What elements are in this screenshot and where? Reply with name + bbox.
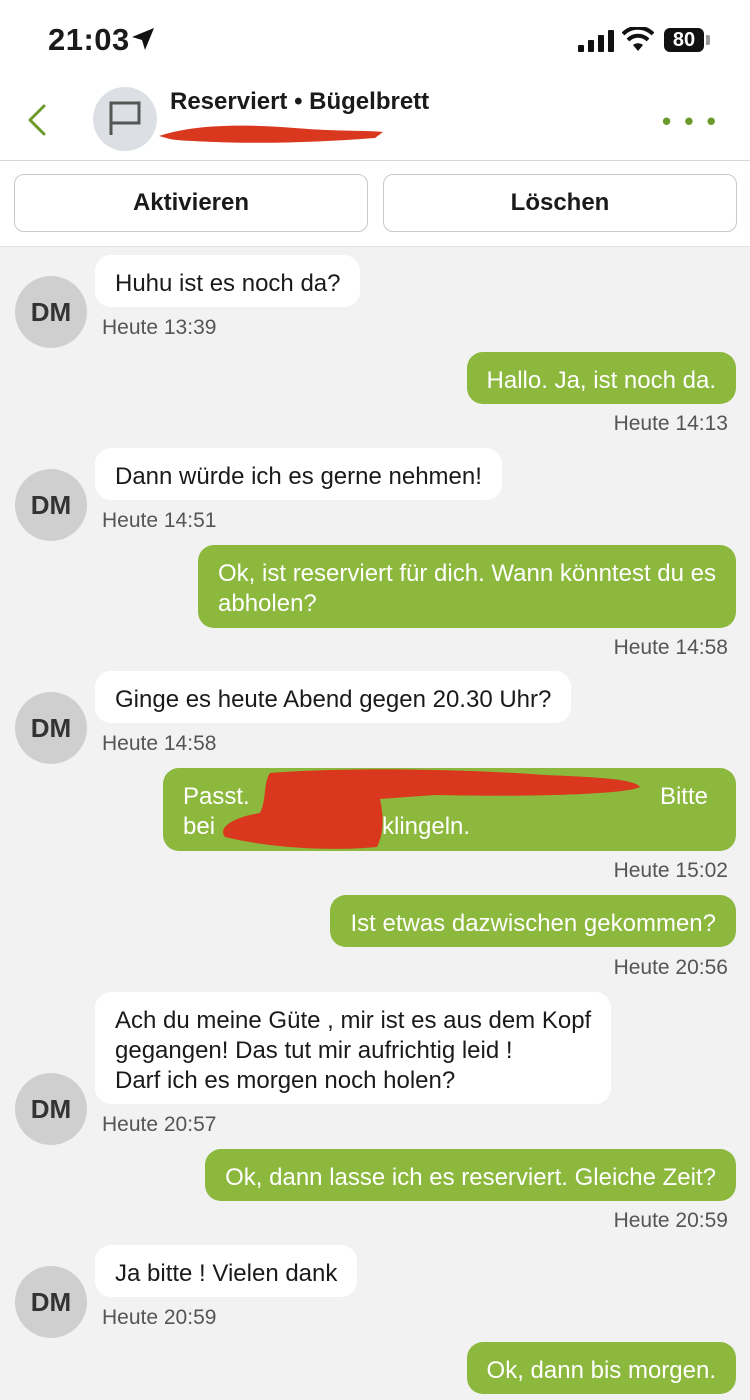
sender-avatar[interactable]: DM <box>15 1073 87 1145</box>
message-timestamp: Heute 20:57 <box>102 1113 217 1136</box>
status-time: 21:03 <box>48 22 130 57</box>
message-bubble-incoming: Huhu ist es noch da? <box>95 255 361 307</box>
sender-avatar[interactable]: DM <box>15 1266 87 1338</box>
message-text: Hallo. Ja, ist noch da. <box>486 367 716 394</box>
message-bubble-incoming: Dann würde ich es gerne nehmen! <box>95 448 502 500</box>
message-timestamp: Heute 14:51 <box>102 509 217 532</box>
back-chevron-icon[interactable] <box>24 102 54 138</box>
message-text: bei <box>183 813 216 840</box>
message-bubble-outgoing: Ok, dann lasse ich es reserviert. Gleich… <box>205 1149 736 1201</box>
message-bubble-outgoing: Hallo. Ja, ist noch da. <box>466 352 736 404</box>
chat-header: Reserviert • Bügelbrett • • • <box>0 80 750 161</box>
message-list: DM Huhu ist es noch da? Heute 13:39 Hall… <box>0 247 750 1400</box>
message-timestamp: Heute 14:13 <box>613 412 728 435</box>
message-bubble-outgoing: Ist etwas dazwischen gekommen? <box>330 895 736 947</box>
message-bubble-incoming: Ginge es heute Abend gegen 20.30 Uhr? <box>95 671 572 723</box>
battery-cap <box>706 35 710 45</box>
redaction-scribble <box>223 769 640 849</box>
message-timestamp: Heute 15:02 <box>613 859 728 882</box>
activate-button[interactable]: Aktivieren <box>14 174 368 232</box>
listing-thumbnail[interactable] <box>93 87 157 151</box>
wifi-icon <box>622 27 654 51</box>
message-timestamp: Heute 20:59 <box>102 1306 217 1329</box>
message-text: Ginge es heute Abend gegen 20.30 Uhr? <box>115 686 552 713</box>
message-timestamp: Heute 20:59 <box>613 1209 728 1232</box>
conversation-title: Reserviert • Bügelbrett <box>170 88 430 115</box>
message-text: Darf ich es morgen noch holen? <box>115 1067 456 1094</box>
flag-icon <box>109 101 141 135</box>
action-bar: Aktivieren Löschen <box>0 161 750 247</box>
message-timestamp: Heute 13:39 <box>102 316 217 339</box>
message-timestamp: Heute 14:58 <box>102 732 217 755</box>
battery-icon: 80 <box>664 28 704 52</box>
message-timestamp: Heute 20:56 <box>613 956 728 979</box>
message-timestamp: Heute 14:58 <box>613 636 728 659</box>
message-text: Ach du meine Güte , mir ist es aus dem K… <box>115 1007 592 1034</box>
message-bubble-outgoing: Ok, ist reserviert für dich. Wann könnte… <box>198 545 736 628</box>
status-bar: 21:03 80 <box>0 0 750 80</box>
redaction-scribble <box>159 125 383 143</box>
message-bubble-incoming: Ja bitte ! Vielen dank <box>95 1245 358 1297</box>
message-bubble-outgoing: Ok, dann bis morgen. <box>466 1342 736 1394</box>
message-text: gegangen! Das tut mir aufrichtig leid ! <box>115 1037 513 1064</box>
message-text: Dann würde ich es gerne nehmen! <box>115 463 482 490</box>
message-text: abholen? <box>218 590 317 617</box>
more-icon[interactable]: • • • <box>662 106 719 137</box>
message-text: Ok, dann lasse ich es reserviert. Gleich… <box>225 1164 716 1191</box>
sender-avatar[interactable]: DM <box>15 469 87 541</box>
message-text: Ok, dann bis morgen. <box>486 1357 716 1384</box>
message-text: Ok, ist reserviert für dich. Wann könnte… <box>218 560 716 587</box>
signal-icon <box>578 30 614 52</box>
message-bubble-incoming: Ach du meine Güte , mir ist es aus dem K… <box>95 992 612 1104</box>
sender-avatar[interactable]: DM <box>15 276 87 348</box>
message-text: Ist etwas dazwischen gekommen? <box>350 910 716 937</box>
delete-button[interactable]: Löschen <box>383 174 737 232</box>
message-text: Huhu ist es noch da? <box>115 270 341 297</box>
message-text: Ja bitte ! Vielen dank <box>115 1260 338 1287</box>
location-arrow-icon <box>132 28 154 50</box>
message-text: Bitte <box>659 783 708 810</box>
sender-avatar[interactable]: DM <box>15 692 87 764</box>
